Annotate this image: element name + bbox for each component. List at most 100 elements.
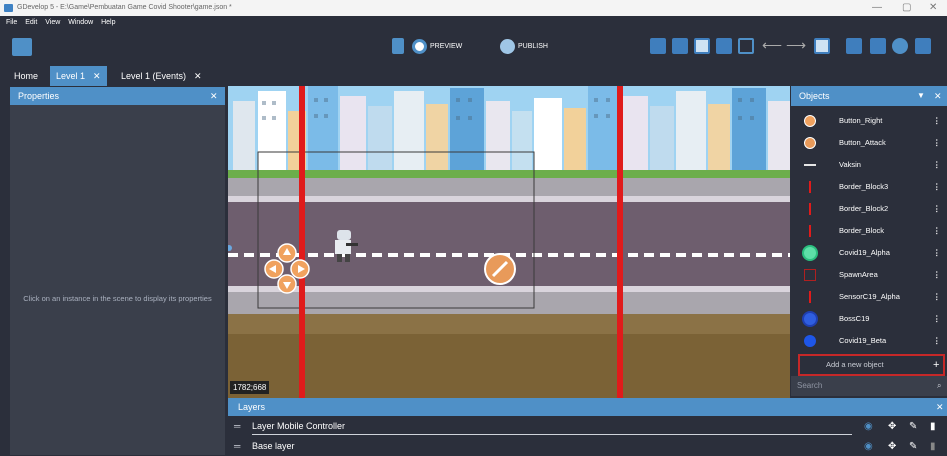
maximize-button[interactable]: ▢ [902, 0, 911, 16]
close-objects-icon[interactable]: ✕ [934, 86, 942, 106]
sidewalk-top [228, 178, 790, 196]
attack-button-sprite[interactable] [484, 253, 516, 285]
menu-file[interactable]: File [6, 16, 17, 30]
virus-icon [804, 335, 816, 347]
preview-window-icon[interactable] [915, 38, 931, 54]
virus-icon [804, 247, 816, 259]
search-icon: ⌕ [937, 381, 942, 390]
object-row-spawnarea[interactable]: SpawnArea ⋮ [791, 264, 947, 286]
ground-top [228, 314, 790, 334]
properties-hint: Click on an instance in the scene to dis… [23, 294, 212, 303]
object-search-input[interactable]: Search ⌕ [791, 376, 947, 396]
curb-top [228, 196, 790, 202]
more-options-icon[interactable]: ⋮ [933, 132, 941, 154]
tab-home[interactable]: Home [8, 66, 45, 86]
plus-icon: + [933, 359, 940, 371]
more-options-icon[interactable]: ⋮ [933, 154, 941, 176]
close-layers-icon[interactable]: ✕ [936, 398, 944, 416]
object-row-covid19-alpha[interactable]: Covid19_Alpha ⋮ [791, 242, 947, 264]
properties-icon[interactable] [738, 38, 754, 54]
object-row-border-block2[interactable]: Border_Block2 ⋮ [791, 198, 947, 220]
undo-icon[interactable]: ⟵ [762, 37, 782, 54]
close-properties-icon[interactable]: ✕ [210, 87, 218, 105]
sensor-icon [809, 291, 811, 303]
tab-level-1[interactable]: Level 1 ✕ [50, 66, 107, 86]
edit-icon[interactable]: ✎ [909, 417, 917, 436]
delete-icon[interactable]: ▮ [930, 437, 936, 456]
menu-window[interactable]: Window [68, 16, 93, 30]
menu-edit[interactable]: Edit [25, 16, 37, 30]
drag-handle-icon[interactable]: ═ [234, 417, 240, 436]
object-row-vaksin[interactable]: Vaksin ⋮ [791, 154, 947, 176]
object-row-sensorc19-alpha[interactable]: SensorC19_Alpha ⋮ [791, 286, 947, 308]
border-icon [809, 203, 811, 215]
add-new-object-button[interactable]: Add a new object + [798, 354, 945, 376]
object-row-border-block[interactable]: Border_Block ⋮ [791, 220, 947, 242]
border-icon [809, 181, 811, 193]
more-options-icon[interactable]: ⋮ [933, 198, 941, 220]
grid-icon[interactable] [846, 38, 862, 54]
object-row-bossc19[interactable]: BossC19 ⋮ [791, 308, 947, 330]
close-tab-icon[interactable]: ✕ [194, 71, 202, 81]
properties-header: Properties ✕ [10, 87, 225, 105]
more-options-icon[interactable]: ⋮ [933, 110, 941, 132]
setup-grid-icon[interactable] [870, 38, 886, 54]
instances-list-icon[interactable] [650, 38, 666, 54]
layer-underline [252, 434, 852, 435]
more-options-icon[interactable]: ⋮ [933, 176, 941, 198]
object-row-border-block3[interactable]: Border_Block3 ⋮ [791, 176, 947, 198]
play-icon [412, 38, 427, 54]
layer-row-base[interactable]: ═ Base layer ◉ ✥ ✎ ▮ [228, 437, 947, 455]
vaccine-icon [804, 164, 816, 166]
border-block-left[interactable] [299, 86, 305, 398]
eye-icon[interactable]: ◉ [864, 417, 873, 436]
publish-button[interactable]: PUBLISH [500, 37, 548, 57]
sidewalk-bottom [228, 292, 790, 314]
redo-icon[interactable]: ⟶ [786, 37, 806, 54]
publish-icon [500, 38, 515, 54]
more-options-icon[interactable]: ⋮ [933, 242, 941, 264]
layers-icon[interactable] [672, 38, 688, 54]
edit-object-icon[interactable] [694, 38, 710, 54]
more-options-icon[interactable]: ⋮ [933, 220, 941, 242]
object-groups-icon[interactable] [716, 38, 732, 54]
close-window-button[interactable]: ✕ [929, 0, 937, 16]
minimize-button[interactable]: — [872, 0, 882, 16]
project-manager-icon[interactable] [12, 38, 32, 56]
arrow-right-icon [804, 115, 816, 127]
layers-header: Layers ✕ [228, 398, 947, 416]
debugger-icon[interactable] [392, 38, 404, 54]
delete-icon[interactable]: ▮ [930, 417, 936, 436]
preview-button[interactable]: PREVIEW [412, 37, 462, 57]
eye-icon[interactable]: ◉ [864, 437, 873, 456]
edit-icon[interactable]: ✎ [909, 437, 917, 456]
drag-handle-icon[interactable]: ═ [234, 437, 240, 456]
object-row-button-right[interactable]: Button_Right ⋮ [791, 110, 947, 132]
layers-title: Layers [238, 402, 266, 412]
toolbar: PREVIEW PUBLISH ⟵ ⟶ [0, 30, 947, 63]
grass-strip [228, 170, 790, 178]
more-options-icon[interactable]: ⋮ [933, 286, 941, 308]
properties-panel [10, 105, 225, 455]
border-block-right[interactable] [617, 86, 623, 398]
layer-row-mobile-controller[interactable]: ═ Layer Mobile Controller ◉ ✥ ✎ ▮ [228, 417, 947, 436]
scene-canvas[interactable] [228, 86, 790, 398]
more-options-icon[interactable]: ⋮ [933, 264, 941, 286]
menu-view[interactable]: View [45, 16, 60, 30]
boss-virus-icon [804, 313, 816, 325]
chevron-down-icon[interactable]: ▼ [917, 86, 925, 106]
events-icon[interactable] [814, 38, 830, 54]
menu-help[interactable]: Help [101, 16, 115, 30]
effects-icon[interactable]: ✥ [888, 417, 896, 436]
object-row-button-attack[interactable]: Button_Attack ⋮ [791, 132, 947, 154]
more-options-icon[interactable]: ⋮ [933, 308, 941, 330]
scene-editor[interactable] [228, 86, 790, 398]
more-options-icon[interactable]: ⋮ [933, 330, 941, 352]
close-tab-icon[interactable]: ✕ [93, 71, 101, 81]
attack-icon [804, 137, 816, 149]
area-icon [804, 269, 816, 281]
zoom-icon[interactable] [892, 38, 908, 54]
object-row-covid19-beta[interactable]: Covid19_Beta ⋮ [791, 330, 947, 352]
effects-icon[interactable]: ✥ [888, 437, 896, 456]
tab-level-1-events[interactable]: Level 1 (Events) ✕ [115, 66, 208, 86]
